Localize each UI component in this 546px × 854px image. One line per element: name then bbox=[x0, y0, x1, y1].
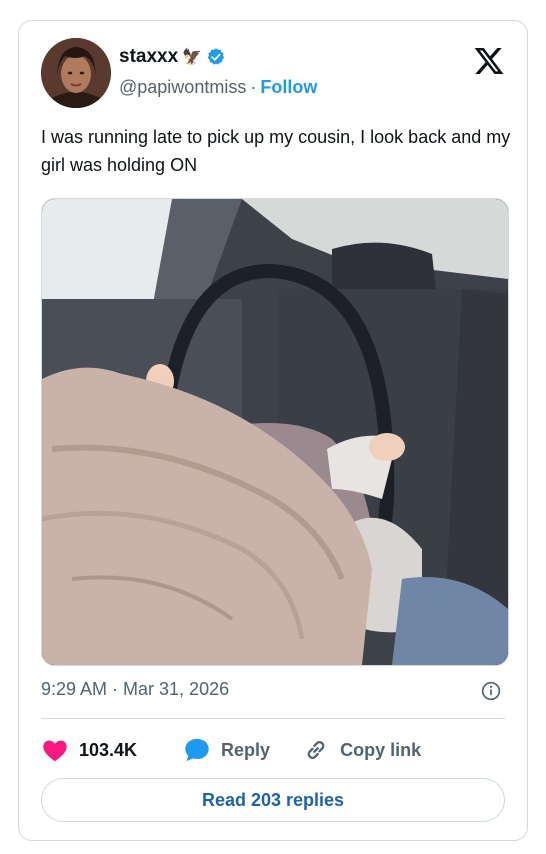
reply-button[interactable]: Reply bbox=[183, 736, 270, 764]
handle-row: @papiwontmiss · Follow bbox=[119, 77, 317, 98]
tweet-text: I was running late to pick up my cousin,… bbox=[41, 127, 511, 175]
author-handle[interactable]: @papiwontmiss bbox=[119, 77, 246, 97]
author-row: staxxx 🦅 bbox=[119, 46, 226, 68]
like-count: 103.4K bbox=[79, 739, 138, 760]
verified-badge-icon bbox=[207, 48, 225, 65]
avatar[interactable] bbox=[41, 38, 111, 108]
tweet-embed-card: staxxx 🦅 @papiwontmiss · Follow I was runn… bbox=[18, 20, 528, 841]
info-icon[interactable] bbox=[481, 681, 501, 701]
separator-dot: · bbox=[250, 77, 257, 97]
tweet-timestamp[interactable]: 9:29 AM · Mar 31, 2026 bbox=[41, 679, 229, 700]
avatar-image bbox=[41, 38, 111, 108]
copy-link-button[interactable]: Copy link bbox=[302, 736, 421, 764]
like-button[interactable]: 103.4K bbox=[41, 736, 137, 764]
reply-label: Reply bbox=[221, 739, 271, 760]
x-logo-icon[interactable] bbox=[473, 45, 505, 77]
car-seat-photo bbox=[42, 199, 508, 665]
read-replies-button[interactable]: Read 203 replies bbox=[41, 778, 505, 822]
follow-button[interactable]: Follow bbox=[260, 77, 317, 97]
tweet-photo[interactable] bbox=[41, 198, 509, 666]
copy-link-label: Copy link bbox=[340, 739, 422, 760]
link-icon bbox=[307, 741, 325, 759]
heart-icon bbox=[43, 740, 67, 762]
action-bar: 103.4K Reply Copy link bbox=[41, 734, 421, 766]
divider bbox=[41, 718, 505, 719]
speech-bubble-icon bbox=[185, 738, 209, 762]
author-name[interactable]: staxxx bbox=[119, 46, 178, 68]
eagle-emoji: 🦅 bbox=[182, 49, 203, 66]
